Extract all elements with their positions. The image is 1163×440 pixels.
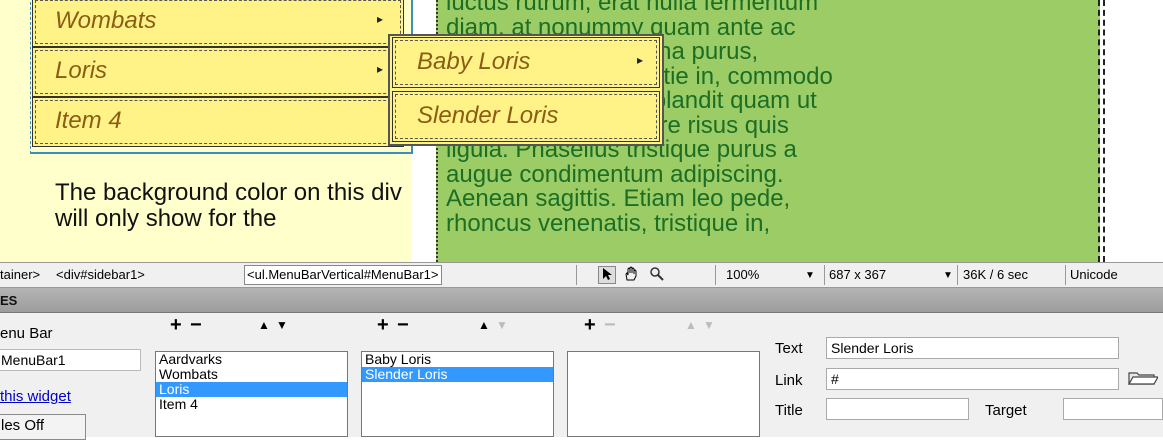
window-size[interactable]: 687 x 367 xyxy=(829,267,886,282)
submenu-arrow-icon: ▸ xyxy=(636,53,643,67)
folder-icon[interactable] xyxy=(1127,370,1160,389)
title-field[interactable] xyxy=(826,398,969,420)
properties-panel-header[interactable]: ES xyxy=(0,288,1163,313)
panel-title: ES xyxy=(0,293,18,308)
submenu-loris: Baby Loris ▸ Slender Loris xyxy=(388,34,664,146)
hand-icon[interactable] xyxy=(622,266,640,284)
move-subsubitem-up-button: ▲ xyxy=(685,318,697,332)
text-label: Text xyxy=(775,340,803,357)
menu-item-loris[interactable]: Loris ▸ xyxy=(32,47,404,97)
content-border xyxy=(1103,0,1105,262)
zoom-icon[interactable] xyxy=(648,266,666,284)
submenu-item-baby-loris[interactable]: Baby Loris ▸ xyxy=(392,37,660,88)
divider xyxy=(1065,265,1066,285)
title-label: Title xyxy=(775,402,803,419)
menu-item-label: Wombats xyxy=(55,7,157,34)
size-dropdown-icon[interactable]: ▼ xyxy=(943,270,953,281)
list-item[interactable]: Wombats xyxy=(156,367,347,382)
content-line: Aenean sagittis. Etiam leo pede, xyxy=(446,185,791,212)
download-size: 36K / 6 sec xyxy=(963,267,1029,282)
design-view[interactable]: luctus rutrum, erat nulla fermentum diam… xyxy=(0,0,1163,262)
list-item[interactable]: Slender Loris xyxy=(362,367,553,382)
move-up-button[interactable]: ▲ xyxy=(258,318,270,332)
widget-id-field[interactable]: MenuBar1 xyxy=(0,349,141,371)
submenu-item-slender-loris[interactable]: Slender Loris xyxy=(392,91,660,142)
submenu-item-label: Slender Loris xyxy=(417,102,559,129)
list-item[interactable]: Loris xyxy=(156,382,347,397)
list-item[interactable]: Item 4 xyxy=(156,397,347,412)
remove-subsubitem-button: − xyxy=(604,314,616,336)
properties-panel: enu Bar MenuBar1 this widget les Off + −… xyxy=(0,313,1163,440)
styles-off-button[interactable]: les Off xyxy=(0,414,86,440)
widget-type-label: enu Bar xyxy=(0,325,53,342)
submenu-item-label: Baby Loris xyxy=(417,48,531,75)
sidebar-text: The background color on this div will on… xyxy=(55,179,402,232)
subsubmenu-items-list[interactable] xyxy=(567,351,760,437)
zoom-dropdown-icon[interactable]: ▼ xyxy=(805,270,815,281)
link-label: Link xyxy=(775,372,803,389)
move-down-button[interactable]: ▼ xyxy=(276,318,288,332)
menu-items-list[interactable]: Aardvarks Wombats Loris Item 4 xyxy=(155,351,348,437)
pointer-icon[interactable] xyxy=(598,266,616,284)
add-item-button[interactable]: + xyxy=(170,315,182,335)
link-field[interactable]: # xyxy=(826,368,1119,390)
content-line: rhoncus venenatis, tristique in, xyxy=(446,209,771,237)
divider xyxy=(576,265,577,285)
move-subsubitem-down-button: ▼ xyxy=(703,318,715,332)
list-item[interactable]: Aardvarks xyxy=(156,352,347,367)
divider xyxy=(715,265,716,285)
target-field[interactable] xyxy=(1063,398,1163,420)
add-subsubitem-button[interactable]: + xyxy=(584,315,596,335)
tag-container[interactable]: tainer> xyxy=(0,267,40,282)
move-subitem-up-button[interactable]: ▲ xyxy=(478,318,490,332)
target-label: Target xyxy=(985,402,1027,419)
submenu-arrow-icon: ▸ xyxy=(376,62,383,76)
menu-item-item4[interactable]: Item 4 xyxy=(32,97,404,147)
menu-item-label: Item 4 xyxy=(55,107,122,134)
submenu-items-list[interactable]: Baby Loris Slender Loris xyxy=(361,351,554,437)
remove-item-button[interactable]: − xyxy=(190,315,202,335)
add-subitem-button[interactable]: + xyxy=(377,315,389,335)
content-line: augue condimentum adipiscing. xyxy=(446,160,784,188)
tag-selector-bar: tainer> <div#sidebar1> <ul.MenuBarVertic… xyxy=(0,262,1163,288)
tag-menubar1[interactable]: <ul.MenuBarVertical#MenuBar1> xyxy=(244,265,442,285)
customize-widget-link[interactable]: this widget xyxy=(0,388,71,405)
move-subitem-down-button: ▼ xyxy=(496,318,508,332)
list-item[interactable]: Baby Loris xyxy=(362,352,553,367)
text-field[interactable]: Slender Loris xyxy=(826,337,1119,359)
submenu-arrow-icon: ▸ xyxy=(376,12,383,26)
encoding: Unicode xyxy=(1070,267,1118,282)
menu-item-wombats[interactable]: Wombats ▸ xyxy=(32,0,404,47)
tag-sidebar1[interactable]: <div#sidebar1> xyxy=(56,267,145,282)
divider xyxy=(957,265,958,285)
menu-item-label: Loris xyxy=(55,57,108,84)
remove-subitem-button[interactable]: − xyxy=(397,315,409,335)
divider xyxy=(824,265,825,285)
zoom-level[interactable]: 100% xyxy=(726,267,759,282)
